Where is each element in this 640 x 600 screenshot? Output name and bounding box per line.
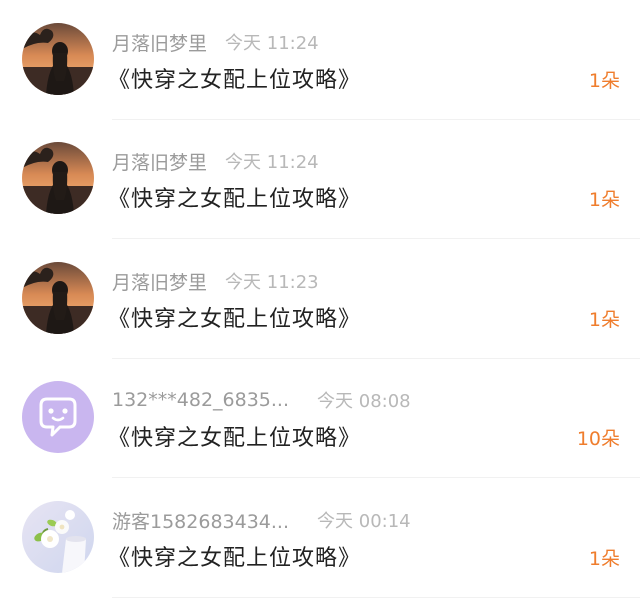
sunset-girl-avatar-icon bbox=[22, 142, 94, 214]
sunset-girl-avatar-icon bbox=[22, 262, 94, 334]
username[interactable]: 月落旧梦里 bbox=[112, 29, 207, 56]
avatar[interactable] bbox=[22, 501, 94, 573]
book-title[interactable]: 《快穿之女配上位攻略》 bbox=[108, 420, 361, 452]
username[interactable]: 132***482_6835... bbox=[112, 389, 289, 411]
username[interactable]: 游客1582683434... bbox=[112, 507, 289, 534]
name-line: 月落旧梦里 今天 11:23 bbox=[112, 267, 319, 295]
divider bbox=[112, 597, 640, 598]
flower-count: 1朵 bbox=[588, 309, 620, 331]
username[interactable]: 月落旧梦里 bbox=[112, 268, 207, 295]
list-item[interactable]: 132***482_6835... 今天 08:08 《快穿之女配上位攻略》 1… bbox=[0, 358, 640, 478]
timestamp: 今天 11:24 bbox=[225, 33, 319, 54]
avatar[interactable] bbox=[22, 23, 94, 95]
name-line: 月落旧梦里 今天 11:24 bbox=[112, 28, 319, 56]
timestamp: 今天 11:24 bbox=[225, 152, 319, 173]
flower-avatar-icon bbox=[22, 501, 94, 573]
avatar[interactable] bbox=[22, 381, 94, 453]
avatar[interactable] bbox=[22, 142, 94, 214]
flower-record-list: 月落旧梦里 今天 11:24 《快穿之女配上位攻略》 1朵 月落旧梦里 今天 1… bbox=[0, 0, 640, 600]
flower-count: 10朵 bbox=[576, 428, 620, 450]
timestamp: 今天 00:14 bbox=[317, 511, 411, 532]
list-item[interactable]: 月落旧梦里 今天 11:24 《快穿之女配上位攻略》 1朵 bbox=[0, 119, 640, 239]
book-title[interactable]: 《快穿之女配上位攻略》 bbox=[108, 540, 361, 572]
name-line: 132***482_6835... 今天 08:08 bbox=[112, 386, 411, 414]
chat-bubble-avatar-icon bbox=[22, 381, 94, 453]
timestamp: 今天 08:08 bbox=[317, 391, 411, 412]
book-title[interactable]: 《快穿之女配上位攻略》 bbox=[108, 181, 361, 213]
sunset-girl-avatar-icon bbox=[22, 23, 94, 95]
name-line: 月落旧梦里 今天 11:24 bbox=[112, 147, 319, 175]
flower-count: 1朵 bbox=[588, 70, 620, 92]
flower-count: 1朵 bbox=[588, 189, 620, 211]
book-title[interactable]: 《快穿之女配上位攻略》 bbox=[108, 62, 361, 94]
flower-count: 1朵 bbox=[588, 548, 620, 570]
username[interactable]: 月落旧梦里 bbox=[112, 148, 207, 175]
timestamp: 今天 11:23 bbox=[225, 272, 319, 293]
name-line: 游客1582683434... 今天 00:14 bbox=[112, 506, 411, 534]
avatar[interactable] bbox=[22, 262, 94, 334]
book-title[interactable]: 《快穿之女配上位攻略》 bbox=[108, 301, 361, 333]
list-item[interactable]: 月落旧梦里 今天 11:24 《快穿之女配上位攻略》 1朵 bbox=[0, 0, 640, 120]
list-item[interactable]: 月落旧梦里 今天 11:23 《快穿之女配上位攻略》 1朵 bbox=[0, 239, 640, 359]
list-item[interactable]: 游客1582683434... 今天 00:14 《快穿之女配上位攻略》 1朵 bbox=[0, 478, 640, 598]
